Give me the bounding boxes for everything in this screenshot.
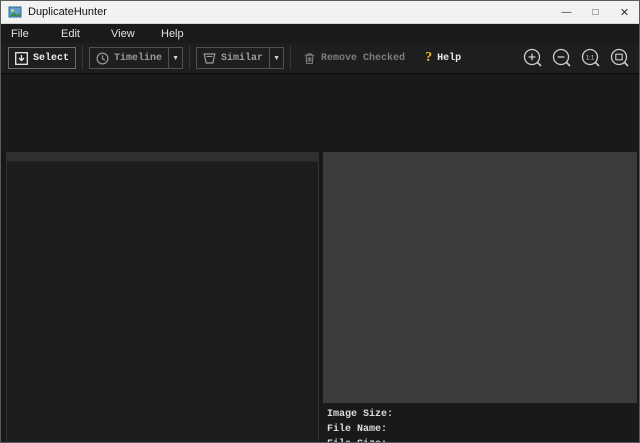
timeline-label: Timeline: [114, 53, 162, 64]
timeline-dropdown-button[interactable]: ▼: [168, 47, 183, 69]
zoom-fit-button[interactable]: [609, 47, 631, 69]
zoom-one-to-one-label: 1:1: [586, 55, 595, 61]
trash-icon: [303, 52, 316, 65]
window-controls: — □ ✕: [552, 1, 639, 23]
detail-panel: Image Size: File Name: File Size: File C…: [323, 152, 637, 443]
menu-edit[interactable]: Edit: [55, 26, 105, 42]
clock-icon: [96, 52, 109, 65]
menu-help[interactable]: Help: [155, 26, 205, 42]
duplicates-list-panel[interactable]: [6, 152, 319, 443]
menu-view[interactable]: View: [105, 26, 155, 42]
similar-group: Similar ▼: [196, 47, 284, 69]
toolbar-separator: [189, 46, 190, 70]
zoom-in-button[interactable]: [522, 47, 544, 69]
select-icon: [15, 52, 28, 65]
info-panel: Image Size: File Name: File Size: File C…: [323, 403, 637, 443]
window-title: DuplicateHunter: [28, 6, 107, 18]
remove-checked-label: Remove Checked: [321, 53, 405, 64]
minimize-button[interactable]: —: [552, 1, 581, 23]
remove-checked-button[interactable]: Remove Checked: [297, 47, 411, 69]
timeline-group: Timeline ▼: [89, 47, 183, 69]
toolbar-separator: [82, 46, 83, 70]
close-button[interactable]: ✕: [610, 1, 639, 23]
zoom-controls: 1:1: [522, 47, 631, 69]
zoom-actual-size-button[interactable]: 1:1: [580, 47, 602, 69]
app-window: DuplicateHunter — □ ✕ File Edit View Hel…: [0, 0, 640, 443]
maximize-button[interactable]: □: [581, 1, 610, 23]
content-area: Image Size: File Name: File Size: File C…: [1, 74, 639, 442]
info-field-file-name: File Name:: [327, 422, 637, 437]
select-label: Select: [33, 53, 69, 64]
help-icon: ?: [425, 50, 432, 66]
similar-button[interactable]: Similar: [196, 47, 270, 69]
menubar: File Edit View Help: [1, 24, 639, 43]
toolbar: Select Timeline ▼: [1, 43, 639, 74]
image-preview: [323, 152, 637, 403]
select-button[interactable]: Select: [8, 47, 76, 69]
menu-file[interactable]: File: [5, 26, 55, 42]
help-label: Help: [437, 53, 461, 64]
toolbar-separator: [290, 46, 291, 70]
similar-label: Similar: [221, 53, 263, 64]
info-field-image-size: Image Size:: [327, 407, 637, 422]
timeline-button[interactable]: Timeline: [89, 47, 169, 69]
app-icon: [8, 5, 22, 19]
titlebar: DuplicateHunter — □ ✕: [1, 1, 639, 24]
similar-icon: [203, 52, 216, 65]
info-field-file-size: File Size:: [327, 437, 637, 443]
help-button[interactable]: ? Help: [425, 50, 461, 66]
list-header: [7, 153, 318, 162]
similar-dropdown-button[interactable]: ▼: [269, 47, 284, 69]
zoom-out-button[interactable]: [551, 47, 573, 69]
